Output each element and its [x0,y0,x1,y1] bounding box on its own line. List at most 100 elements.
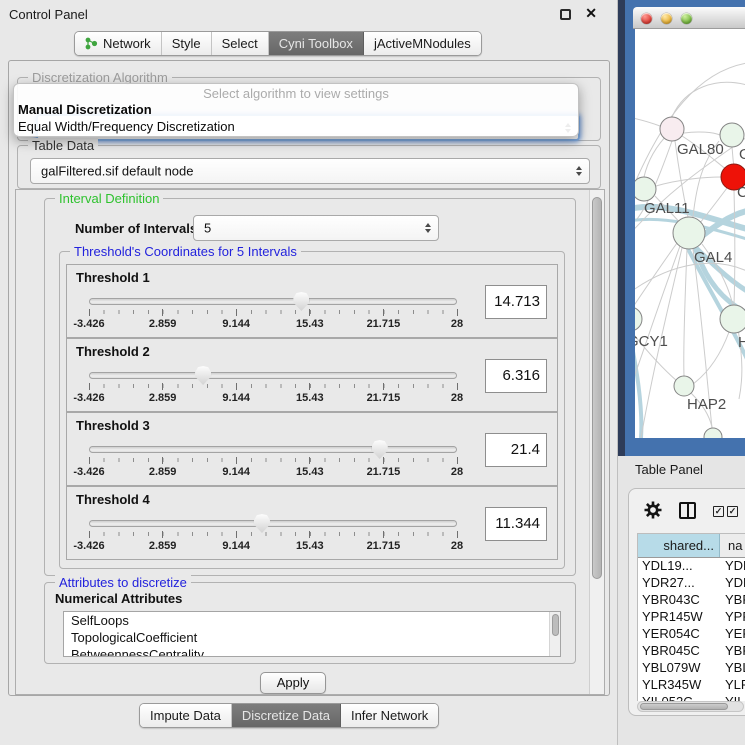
cell-shared-name[interactable]: YBL079W [638,660,720,677]
table-row[interactable]: YDL19...YDL1 [638,558,745,575]
zoom-traffic-light-icon[interactable] [681,13,692,24]
table-data-combobox-value: galFiltered.sif default node [41,164,193,179]
cell-shared-name[interactable]: YBR045C [638,643,720,660]
table-row[interactable]: YER054CYER0 [638,626,745,643]
minimize-traffic-light-icon[interactable] [661,13,672,24]
attribute-list-item[interactable]: BetweennessCentrality [64,646,560,657]
tab-impute-data[interactable]: Impute Data [140,704,232,727]
slider-tick-label: 15.43 [296,318,324,330]
threshold-value-field[interactable]: 21.4 [485,433,547,467]
cell-name[interactable]: YLR3 [720,677,745,694]
node-right-h[interactable] [720,305,745,333]
settings-vertical-scrollbar[interactable] [589,190,604,694]
slider-thumb[interactable] [195,366,211,385]
slider-tick-label: 2.859 [149,392,177,404]
threshold-value-field[interactable]: 6.316 [485,359,547,393]
threshold-box-1: Threshold 1-3.4262.8599.14415.4321.71528… [66,264,558,338]
cell-shared-name[interactable]: YLR345W [638,677,720,694]
number-of-intervals-combobox[interactable]: 5 [193,215,439,241]
scrollbar-thumb[interactable] [552,614,559,636]
node-gal80[interactable] [660,117,684,141]
cell-shared-name[interactable]: YPR145W [638,609,720,626]
slider-thumb[interactable] [254,514,270,533]
slider-track[interactable] [89,446,457,453]
table-horizontal-scrollbar[interactable] [637,701,744,712]
table-data-combobox[interactable]: galFiltered.sif default node [30,158,590,184]
close-traffic-light-icon[interactable] [641,13,652,24]
tab-infer-network[interactable]: Infer Network [341,704,438,727]
cell-shared-name[interactable]: YER054C [638,626,720,643]
table-row[interactable]: YBL079WYBL0 [638,660,745,677]
cell-name[interactable]: YDL1 [720,558,745,575]
cell-name[interactable]: YBR0 [720,643,745,660]
cell-name[interactable]: YIL0 [720,694,745,701]
numerical-attributes-list[interactable]: SelfLoopsTopologicalCoefficientBetweenne… [63,611,561,657]
network-canvas[interactable]: GAL80GACGAL11GAL4GCY1HHAP2 [635,29,745,438]
cell-shared-name[interactable]: YIL052C [638,694,720,701]
threshold-value-field[interactable]: 14.713 [485,285,547,319]
attributes-list-scrollbar[interactable] [549,612,560,656]
node-hap2[interactable] [674,376,694,396]
slider-tick-label: 2.859 [149,318,177,330]
cell-shared-name[interactable]: YDL19... [638,558,720,575]
column-header-shared-name[interactable]: shared... [638,534,720,557]
cell-shared-name[interactable]: YDR27... [638,575,720,592]
cell-shared-name[interactable]: YBR043C [638,592,720,609]
cell-name[interactable]: YPR1 [720,609,745,626]
tab-style[interactable]: Style [162,32,212,55]
slider-track[interactable] [89,298,457,305]
scrollbar-thumb[interactable] [640,703,728,710]
table-row[interactable]: YIL052CYIL0 [638,694,745,701]
close-icon[interactable]: ✕ [585,5,597,22]
threshold-slider[interactable]: -3.4262.8599.14415.4321.71528 [89,291,457,335]
table-row[interactable]: YPR145WYPR1 [638,609,745,626]
threshold-slider[interactable]: -3.4262.8599.14415.4321.71528 [89,365,457,409]
tab-discretize-data[interactable]: Discretize Data [232,704,341,727]
node-gal11[interactable] [635,177,656,201]
threshold-value-field[interactable]: 11.344 [485,507,547,541]
table-row[interactable]: YLR345WYLR3 [638,677,745,694]
checkbox-icon[interactable]: ✓ [713,506,724,517]
cell-name[interactable]: YDR2 [720,575,745,592]
scrollbar-thumb[interactable] [592,197,602,579]
tab-cyni-toolbox[interactable]: Cyni Toolbox [269,32,364,55]
attribute-list-item[interactable]: SelfLoops [64,612,560,629]
threshold-slider[interactable]: -3.4262.8599.14415.4321.71528 [89,513,457,557]
slider-track[interactable] [89,372,457,379]
attribute-list-item[interactable]: TopologicalCoefficient [64,629,560,646]
network-view-window[interactable]: GAL80GACGAL11GAL4GCY1HHAP2 [625,0,745,456]
cell-name[interactable]: YBL0 [720,660,745,677]
threshold-label: Threshold 3 [76,418,150,433]
slider-tick-label: 21.715 [367,392,401,404]
network-window-titlebar[interactable] [633,7,745,29]
tab-jactivemnodules[interactable]: jActiveMNodules [364,32,481,55]
algorithm-popup-item[interactable]: Manual Discretization [14,101,578,118]
slider-major-tick [309,309,310,316]
apply-button[interactable]: Apply [260,672,326,694]
column-header-name[interactable]: na [720,534,745,557]
gear-icon[interactable] [643,500,663,520]
table-panel: ✓ ✓ shared... na YDL19...YDL1YDR27...YDR… [628,488,745,716]
tab-select[interactable]: Select [212,32,269,55]
table-row[interactable]: YDR27...YDR2 [638,575,745,592]
checkbox-icon[interactable]: ✓ [727,506,738,517]
slider-minor-ticks [89,384,457,388]
slider-track[interactable] [89,520,457,527]
slider-thumb[interactable] [372,440,388,459]
slider-tick-label: 28 [451,466,463,478]
column-layout-icon[interactable] [679,502,696,519]
cell-name[interactable]: YBR0 [720,592,745,609]
tab-network[interactable]: Network [75,32,162,55]
algorithm-popup-placeholder[interactable]: Select algorithm to view settings [14,84,578,101]
table-row[interactable]: YBR043CYBR0 [638,592,745,609]
slider-thumb[interactable] [293,292,309,311]
threshold-slider[interactable]: -3.4262.8599.14415.4321.71528 [89,439,457,483]
slider-tick-label: 2.859 [149,540,177,552]
cell-name[interactable]: YER0 [720,626,745,643]
table-row[interactable]: YBR045CYBR0 [638,643,745,660]
node-gal4[interactable] [673,217,705,249]
float-window-icon[interactable] [560,9,571,20]
node-gcy1[interactable] [635,307,642,331]
node-bottom-partial[interactable] [704,428,722,438]
algorithm-popup-item[interactable]: Equal Width/Frequency Discretization [14,118,578,135]
